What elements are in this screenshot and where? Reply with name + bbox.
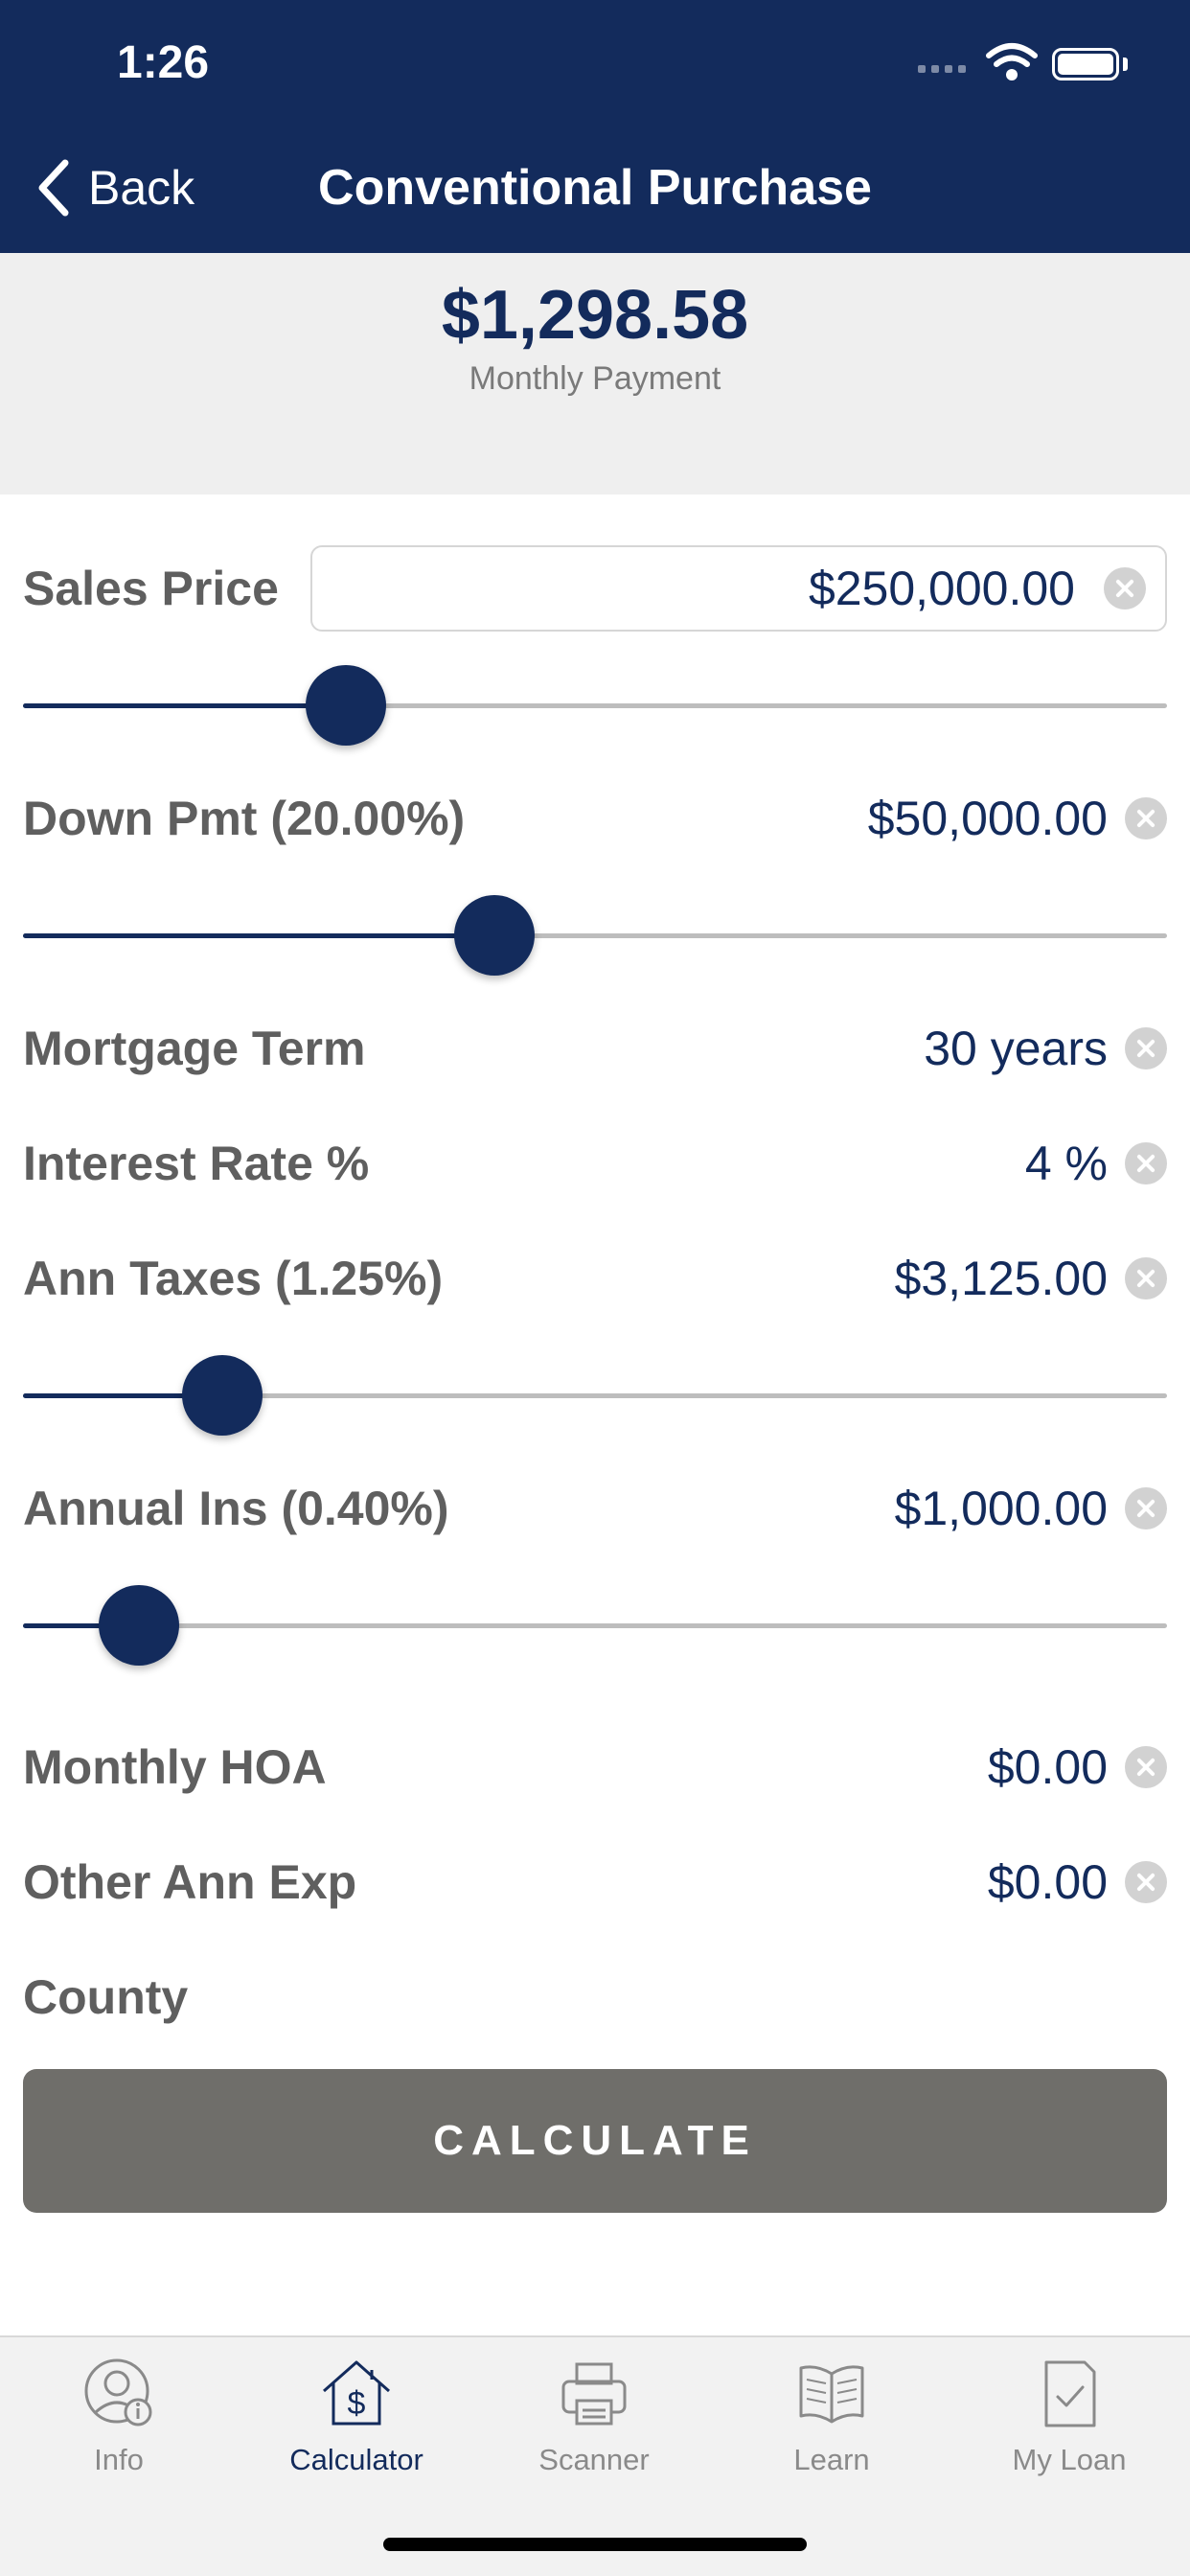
monthly-payment-label: Monthly Payment: [469, 360, 721, 397]
monthly-hoa-value[interactable]: $0.00: [988, 1739, 1108, 1795]
calculate-button[interactable]: CALCULATE: [23, 2069, 1167, 2213]
nav-bar: 1:26 Back Conventional Purchase: [0, 0, 1190, 253]
other-ann-exp-value[interactable]: $0.00: [988, 1854, 1108, 1910]
clear-icon[interactable]: [1125, 1027, 1167, 1070]
svg-text:$: $: [348, 2385, 366, 2422]
slider-thumb[interactable]: [98, 1585, 179, 1666]
annual-ins-row: Annual Ins (0.40%) $1,000.00: [23, 1466, 1167, 1551]
home-indicator: [383, 2538, 807, 2551]
tab-learn[interactable]: Learn: [713, 2355, 950, 2477]
sales-price-label: Sales Price: [23, 562, 279, 615]
mortgage-term-label: Mortgage Term: [23, 1022, 366, 1075]
ann-taxes-value[interactable]: $3,125.00: [895, 1251, 1108, 1306]
down-payment-label: Down Pmt (20.00%): [23, 792, 466, 845]
annual-ins-label: Annual Ins (0.40%): [23, 1482, 449, 1535]
document-check-icon: [1044, 2360, 1096, 2427]
ann-taxes-row: Ann Taxes (1.25%) $3,125.00: [23, 1236, 1167, 1321]
battery-icon: [1052, 48, 1119, 80]
sales-price-field[interactable]: [310, 545, 1167, 632]
interest-rate-row: Interest Rate % 4 %: [23, 1121, 1167, 1206]
sales-price-slider[interactable]: [23, 665, 1167, 746]
slider-thumb[interactable]: [181, 1355, 263, 1436]
house-dollar-icon: $: [323, 2360, 390, 2426]
printer-icon: [561, 2362, 627, 2426]
interest-rate-label: Interest Rate %: [23, 1137, 370, 1190]
mortgage-term-value[interactable]: 30 years: [924, 1021, 1108, 1076]
monthly-hoa-row: Monthly HOA $0.00: [23, 1725, 1167, 1809]
ann-taxes-slider[interactable]: [23, 1355, 1167, 1436]
tab-my-loan[interactable]: My Loan: [950, 2355, 1188, 2477]
wifi-icon: [986, 43, 1038, 80]
down-payment-row: Down Pmt (20.00%) $50,000.00: [23, 776, 1167, 861]
clear-icon[interactable]: [1125, 797, 1167, 840]
mortgage-term-row: Mortgage Term 30 years: [23, 1006, 1167, 1091]
other-ann-exp-label: Other Ann Exp: [23, 1855, 357, 1909]
county-label: County: [23, 1970, 189, 2024]
cellular-signal-icon: [918, 65, 966, 73]
monthly-hoa-label: Monthly HOA: [23, 1740, 327, 1794]
down-payment-value[interactable]: $50,000.00: [868, 791, 1108, 846]
page-title: Conventional Purchase: [318, 160, 872, 216]
clear-icon[interactable]: [1125, 1861, 1167, 1903]
monthly-payment-amount: $1,298.58: [441, 277, 749, 354]
county-row[interactable]: County: [23, 1955, 1167, 2039]
ann-taxes-label: Ann Taxes (1.25%): [23, 1252, 444, 1305]
slider-fill: [23, 933, 494, 938]
other-ann-exp-row: Other Ann Exp $0.00: [23, 1840, 1167, 1924]
clear-icon[interactable]: [1125, 1257, 1167, 1300]
book-icon: [799, 2365, 864, 2424]
down-payment-slider[interactable]: [23, 895, 1167, 976]
clear-icon[interactable]: [1125, 1142, 1167, 1184]
annual-ins-value[interactable]: $1,000.00: [895, 1481, 1108, 1536]
interest-rate-value[interactable]: 4 %: [1025, 1136, 1108, 1191]
clear-icon[interactable]: [1125, 1487, 1167, 1530]
clear-icon[interactable]: [1104, 567, 1146, 610]
slider-thumb[interactable]: [305, 665, 386, 746]
tab-calculator[interactable]: $ Calculator: [238, 2355, 475, 2477]
clear-icon[interactable]: [1125, 1746, 1167, 1788]
tab-scanner[interactable]: Scanner: [475, 2355, 713, 2477]
tab-info[interactable]: Info: [0, 2355, 238, 2477]
person-info-icon: [84, 2358, 152, 2426]
status-time: 1:26: [117, 37, 210, 88]
slider-thumb[interactable]: [453, 895, 535, 976]
slider-fill: [23, 703, 346, 708]
sales-price-input[interactable]: [500, 561, 1075, 616]
annual-ins-slider[interactable]: [23, 1585, 1167, 1666]
payment-summary: $1,298.58 Monthly Payment: [0, 253, 1190, 494]
